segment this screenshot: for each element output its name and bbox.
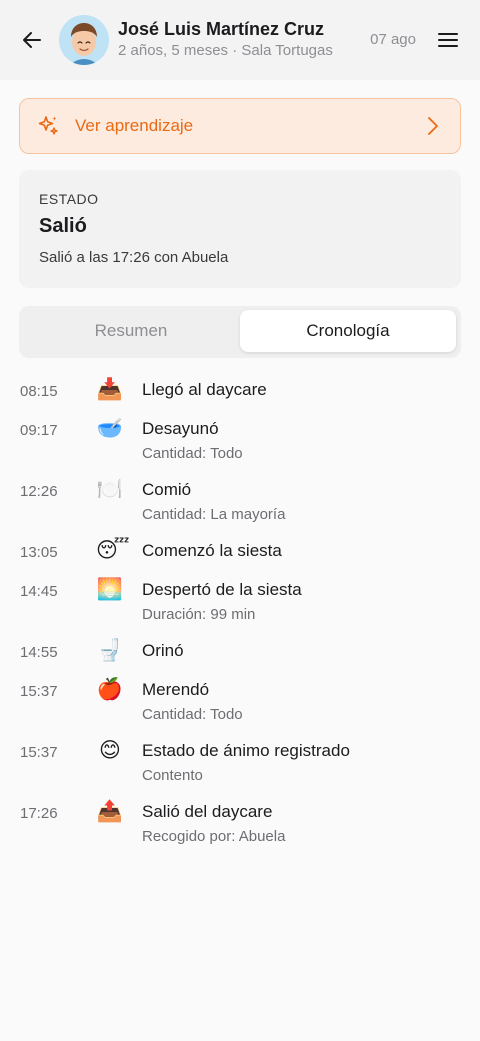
status-title: Salió bbox=[39, 215, 87, 237]
event-title: Llegó al daycare bbox=[142, 380, 267, 399]
event-time: 17:26 bbox=[20, 805, 58, 822]
segmented-tabs: Resumen Cronología bbox=[19, 306, 461, 358]
event-time: 09:17 bbox=[20, 422, 58, 439]
event-title: Desayunó bbox=[142, 419, 219, 438]
arrow-left-icon bbox=[23, 32, 41, 48]
plate-icon: 🍽️ bbox=[96, 478, 124, 501]
date-label: 07 ago bbox=[370, 31, 416, 48]
event-detail: Cantidad: Todo bbox=[142, 445, 243, 462]
event-time: 14:45 bbox=[20, 583, 58, 600]
toilet-icon: 🚽 bbox=[96, 639, 124, 662]
hamburger-menu-icon bbox=[438, 33, 458, 47]
sparkles-icon bbox=[38, 116, 58, 135]
event-time: 12:26 bbox=[20, 483, 58, 500]
tab-cronologia[interactable]: Cronología bbox=[240, 310, 456, 352]
smiling-face-icon: 😊 bbox=[99, 739, 121, 762]
sleeping-face-icon: 😴 bbox=[96, 539, 130, 562]
inbox-tray-icon: 📥 bbox=[96, 378, 124, 401]
event-title: Salió del daycare bbox=[142, 802, 273, 821]
event-detail: Cantidad: La mayoría bbox=[142, 506, 286, 523]
event-title: Estado de ánimo registrado bbox=[142, 741, 350, 760]
event-time: 13:05 bbox=[20, 544, 58, 561]
tab-resumen[interactable]: Resumen bbox=[23, 310, 239, 352]
event-title: Orinó bbox=[142, 641, 184, 660]
back-button[interactable] bbox=[16, 24, 48, 56]
chevron-right-icon bbox=[428, 117, 438, 135]
menu-button[interactable] bbox=[434, 26, 462, 54]
learning-banner[interactable]: Ver aprendizaje bbox=[19, 98, 461, 154]
status-detail: Salió a las 17:26 con Abuela bbox=[39, 249, 229, 266]
event-title: Merendó bbox=[142, 680, 210, 699]
event-time: 14:55 bbox=[20, 644, 58, 661]
app-header: José Luis Martínez Cruz 2 años, 5 meses … bbox=[0, 0, 480, 80]
learning-label: Ver aprendizaje bbox=[75, 116, 194, 135]
event-title: Despertó de la siesta bbox=[142, 580, 302, 599]
event-detail: Duración: 99 min bbox=[142, 606, 256, 623]
avatar bbox=[59, 15, 109, 65]
event-detail: Cantidad: Todo bbox=[142, 706, 243, 723]
child-name: José Luis Martínez Cruz bbox=[118, 19, 325, 39]
child-subtitle: 2 años, 5 meses · Sala Tortugas bbox=[118, 42, 333, 59]
status-kicker: ESTADO bbox=[39, 191, 99, 207]
bowl-icon: 🥣 bbox=[96, 417, 124, 440]
event-title: Comenzó la siesta bbox=[142, 541, 282, 560]
event-detail: Recogido por: Abuela bbox=[142, 828, 286, 845]
outbox-tray-icon: 📤 bbox=[96, 800, 124, 823]
sunrise-icon: 🌅 bbox=[96, 578, 124, 601]
status-card: ESTADO Salió Salió a las 17:26 con Abuel… bbox=[19, 170, 461, 288]
event-time: 08:15 bbox=[20, 383, 58, 400]
apple-icon: 🍎 bbox=[96, 678, 124, 701]
event-detail: Contento bbox=[142, 767, 203, 784]
event-time: 15:37 bbox=[20, 683, 58, 700]
event-title: Comió bbox=[142, 480, 192, 499]
event-time: 15:37 bbox=[20, 744, 58, 761]
